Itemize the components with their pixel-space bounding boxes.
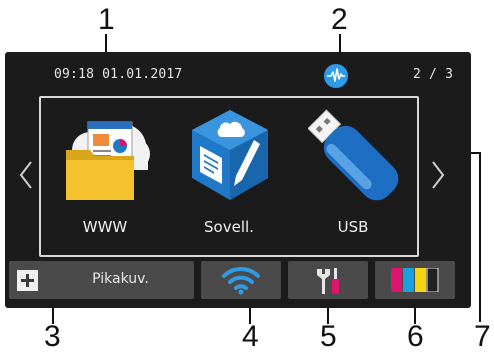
app-sovell[interactable]: Sovell. [169, 98, 289, 255]
callout-1: 1 [98, 3, 115, 36]
apps-panel: WWW Sovell. USB [39, 96, 419, 257]
wifi-button[interactable] [201, 261, 281, 299]
app-label-usb: USB [337, 218, 369, 236]
callout-7: 7 [474, 320, 491, 353]
apps-cube-icon [184, 106, 276, 210]
chevron-right-icon[interactable] [431, 160, 445, 194]
chevron-left-icon[interactable] [19, 160, 33, 194]
app-usb[interactable]: USB [293, 98, 413, 255]
settings-button[interactable] [288, 261, 368, 299]
page-indicator: 2 / 3 [413, 67, 454, 82]
ink-button[interactable] [375, 261, 455, 299]
ink-levels-icon [391, 267, 439, 296]
app-label-www: WWW [82, 218, 128, 236]
touchscreen: 09:18 01.01.2017 2 / 3 WWW Sovell. USB P… [5, 52, 471, 308]
tools-icon [314, 266, 344, 300]
callout-2: 2 [331, 3, 348, 36]
callout-7-leader-v [479, 152, 481, 322]
callout-6: 6 [407, 320, 424, 353]
wireless-direct-icon [324, 64, 348, 88]
callout-4: 4 [242, 320, 259, 353]
callout-3: 3 [44, 320, 61, 353]
app-label-sovell: Sovell. [204, 218, 254, 236]
usb-drive-icon [307, 106, 400, 210]
shortcuts-button[interactable]: Pikakuv. [9, 261, 194, 299]
plus-icon [17, 270, 38, 291]
callout-5: 5 [320, 320, 337, 353]
web-folder-icon [60, 106, 152, 210]
wifi-icon [222, 265, 260, 299]
shortcuts-label: Pikakuv. [92, 271, 149, 287]
status-datetime: 09:18 01.01.2017 [54, 67, 183, 82]
app-www[interactable]: WWW [45, 98, 165, 255]
